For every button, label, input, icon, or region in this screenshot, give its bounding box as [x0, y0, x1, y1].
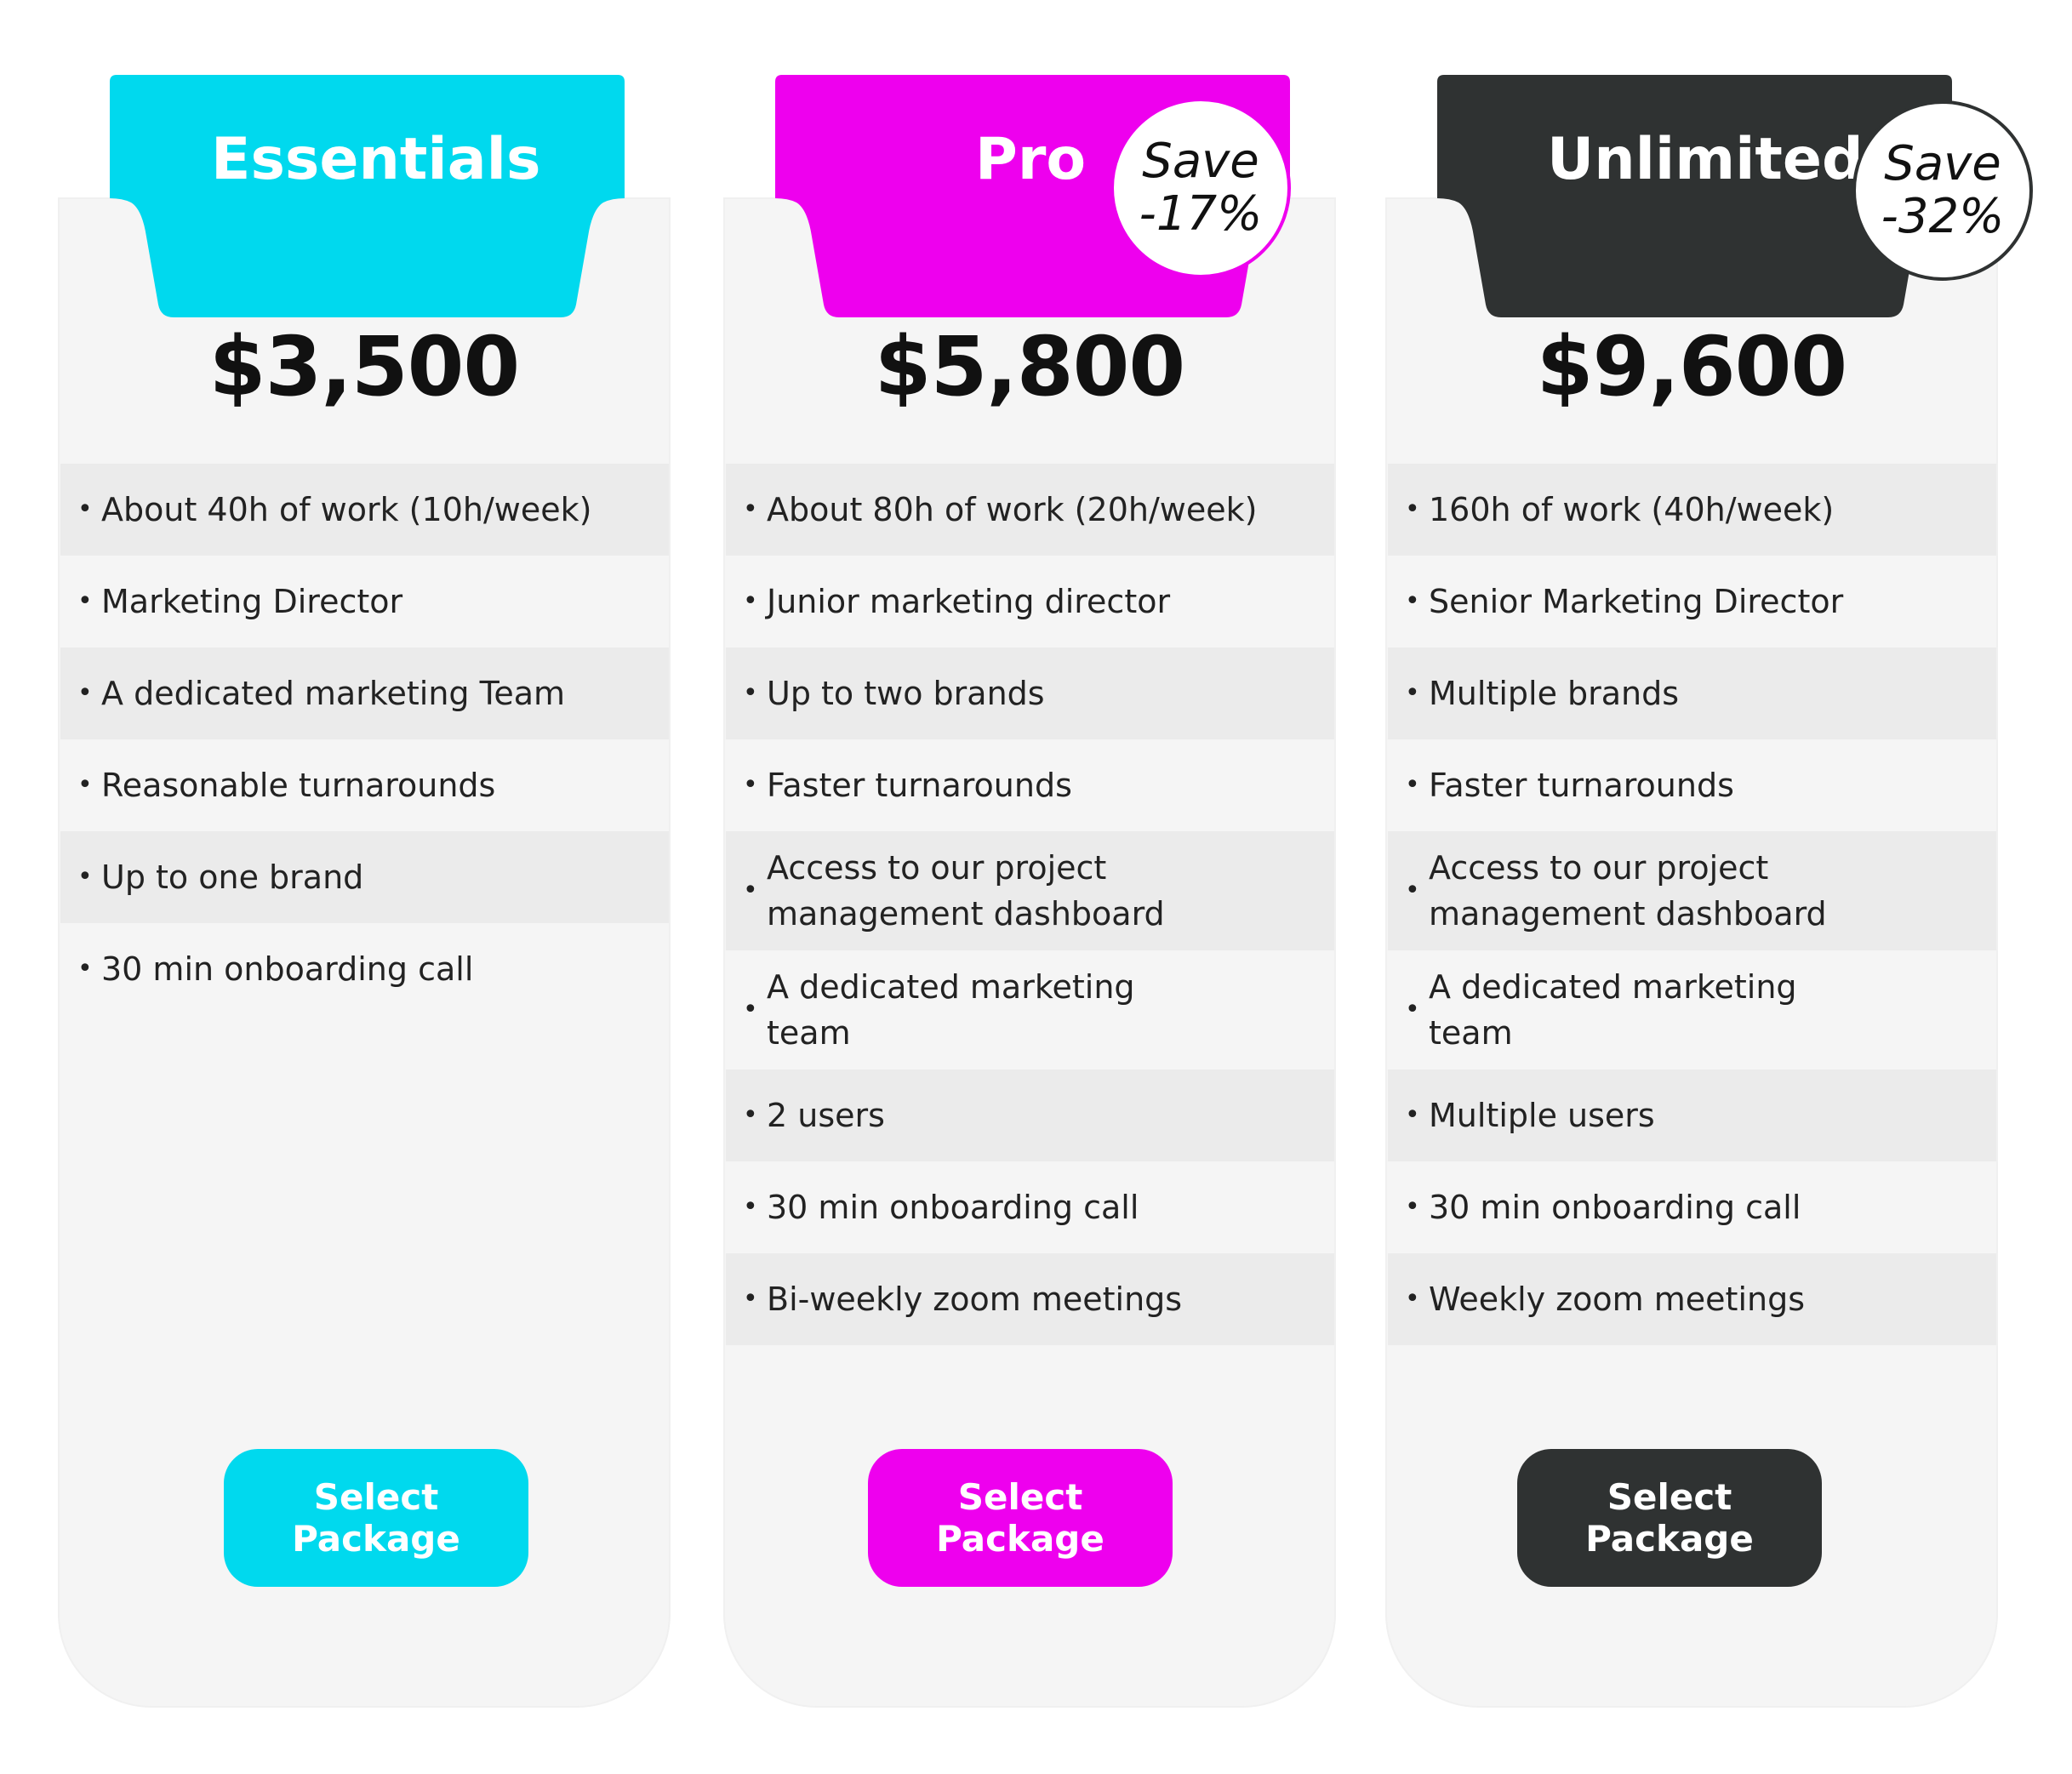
feature-list: • About 80h of work (20h/week) • Junior mar… [726, 464, 1334, 1345]
bullet-icon: • [1405, 876, 1420, 905]
bullet-icon: • [1405, 586, 1420, 616]
feature-item: • Senior Marketing Director [1388, 556, 1996, 647]
bullet-icon: • [743, 1100, 758, 1130]
bullet-icon: • [77, 954, 93, 984]
save-label: Save [1142, 134, 1259, 189]
plan-title: Pro [975, 126, 1087, 193]
bullet-icon: • [743, 995, 758, 1024]
bullet-icon: • [1405, 1284, 1420, 1314]
bullet-icon: • [743, 494, 758, 524]
feature-text: 160h of work (40h/week) [1429, 491, 1835, 528]
feature-text: Bi-weekly zoom meetings [767, 1281, 1183, 1318]
bullet-icon: • [1405, 1100, 1420, 1130]
feature-text: Up to one brand [101, 858, 364, 896]
feature-item: • Reasonable turnarounds [60, 739, 669, 831]
save-percent: -32% [1881, 189, 2005, 244]
save-percent: -17% [1139, 186, 1263, 242]
bullet-icon: • [1405, 678, 1420, 708]
save-badge: Save -32% [1852, 100, 2033, 281]
plan-price: $3,500 [208, 319, 520, 414]
feature-item: • Weekly zoom meetings [1388, 1253, 1996, 1345]
feature-item: • 30 min onboarding call [60, 923, 669, 1015]
select-package-button-essentials[interactable]: Select Package [224, 1449, 528, 1587]
bullet-icon: • [1405, 995, 1420, 1024]
feature-text: A dedicated marketing team [1429, 968, 1797, 1052]
plan-price: $9,600 [1536, 319, 1847, 414]
bullet-icon: • [1405, 494, 1420, 524]
bullet-icon: • [743, 876, 758, 905]
feature-list: • About 40h of work (10h/week) • Marketing … [60, 464, 669, 1015]
feature-text: Weekly zoom meetings [1429, 1281, 1806, 1318]
feature-item: • 160h of work (40h/week) [1388, 464, 1996, 556]
feature-item: • A dedicated marketing Team [60, 647, 669, 739]
feature-item: • Up to one brand [60, 831, 669, 923]
bullet-icon: • [77, 770, 93, 800]
feature-list: • 160h of work (40h/week) • Senior Marketin… [1388, 464, 1996, 1345]
feature-item: • Access to our project management dashbo… [726, 831, 1334, 950]
bullet-icon: • [1405, 770, 1420, 800]
feature-item: • Faster turnarounds [1388, 739, 1996, 831]
feature-text: Senior Marketing Director [1429, 583, 1844, 620]
feature-item: • Marketing Director [60, 556, 669, 647]
feature-item: • Junior marketing director [726, 556, 1334, 647]
feature-item: • About 40h of work (10h/week) [60, 464, 669, 556]
plan-title: Unlimited [1547, 126, 1864, 193]
feature-text: About 40h of work (10h/week) [101, 491, 592, 528]
feature-text: Access to our project management dashboa… [1429, 849, 1827, 933]
feature-item: • 30 min onboarding call [726, 1161, 1334, 1253]
plan-title: Essentials [211, 126, 541, 193]
feature-text: A dedicated marketing Team [101, 675, 566, 712]
feature-text: Reasonable turnarounds [101, 767, 496, 804]
feature-item: • A dedicated marketing team [726, 950, 1334, 1070]
plan-price: $5,800 [874, 319, 1185, 414]
feature-item: • Faster turnarounds [726, 739, 1334, 831]
feature-item: • A dedicated marketing team [1388, 950, 1996, 1070]
feature-text: Faster turnarounds [1429, 767, 1734, 804]
feature-text: 30 min onboarding call [767, 1189, 1139, 1226]
feature-item: • 30 min onboarding call [1388, 1161, 1996, 1253]
bullet-icon: • [77, 586, 93, 616]
bullet-icon: • [743, 770, 758, 800]
bullet-icon: • [77, 494, 93, 524]
feature-text: Multiple users [1429, 1097, 1655, 1134]
feature-text: Multiple brands [1429, 675, 1680, 712]
bullet-icon: • [77, 862, 93, 892]
feature-text: Access to our project management dashboa… [767, 849, 1165, 933]
feature-text: 2 users [767, 1097, 885, 1134]
feature-item: • About 80h of work (20h/week) [726, 464, 1334, 556]
bullet-icon: • [743, 586, 758, 616]
feature-text: A dedicated marketing team [767, 968, 1135, 1052]
feature-text: About 80h of work (20h/week) [767, 491, 1258, 528]
feature-text: Junior marketing director [767, 583, 1171, 620]
feature-item: • Multiple brands [1388, 647, 1996, 739]
feature-item: • Bi-weekly zoom meetings [726, 1253, 1334, 1345]
feature-item: • Multiple users [1388, 1070, 1996, 1161]
select-package-button-unlimited[interactable]: Select Package [1517, 1449, 1822, 1587]
feature-item: • Up to two brands [726, 647, 1334, 739]
bullet-icon: • [1405, 1192, 1420, 1222]
feature-text: Marketing Director [101, 583, 403, 620]
feature-text: Faster turnarounds [767, 767, 1072, 804]
feature-item: • Access to our project management dashbo… [1388, 831, 1996, 950]
feature-text: Up to two brands [767, 675, 1045, 712]
select-package-button-pro[interactable]: Select Package [868, 1449, 1173, 1587]
feature-item: • 2 users [726, 1070, 1334, 1161]
feature-text: 30 min onboarding call [1429, 1189, 1801, 1226]
bullet-icon: • [743, 678, 758, 708]
save-label: Save [1884, 136, 2001, 191]
feature-text: 30 min onboarding call [101, 950, 474, 988]
bullet-icon: • [77, 678, 93, 708]
save-badge: Save -17% [1110, 98, 1291, 278]
bullet-icon: • [743, 1284, 758, 1314]
bullet-icon: • [743, 1192, 758, 1222]
